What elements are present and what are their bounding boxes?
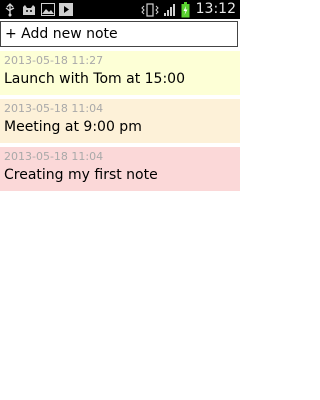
notification-icons: [3, 2, 73, 17]
vibrate-icon: [140, 2, 159, 17]
note-text: Creating my first note: [4, 167, 158, 183]
usb-icon: [5, 2, 15, 16]
add-note-label: + Add new note: [5, 26, 118, 42]
add-note-button[interactable]: + Add new note: [0, 21, 238, 47]
battery-charging-icon: [181, 1, 190, 17]
signal-icon: [163, 3, 175, 16]
note-timestamp: 2013-05-18 11:04: [4, 150, 104, 163]
notes-list: 2013-05-18 11:27 Launch with Tom at 15:0…: [0, 51, 240, 195]
status-bar: 13:12: [0, 0, 240, 19]
note-item[interactable]: 2013-05-18 11:27 Launch with Tom at 15:0…: [0, 51, 240, 95]
note-timestamp: 2013-05-18 11:27: [4, 54, 104, 67]
cat-icon: [23, 4, 35, 15]
image-icon: [41, 3, 55, 16]
note-item[interactable]: 2013-05-18 11:04 Meeting at 9:00 pm: [0, 99, 240, 143]
play-icon: [59, 3, 73, 16]
system-icons: 13:12: [140, 0, 236, 19]
note-timestamp: 2013-05-18 11:04: [4, 102, 104, 115]
note-item[interactable]: 2013-05-18 11:04 Creating my first note: [0, 147, 240, 191]
note-text: Meeting at 9:00 pm: [4, 119, 142, 135]
status-clock: 13:12: [195, 1, 236, 17]
note-text: Launch with Tom at 15:00: [4, 71, 185, 87]
